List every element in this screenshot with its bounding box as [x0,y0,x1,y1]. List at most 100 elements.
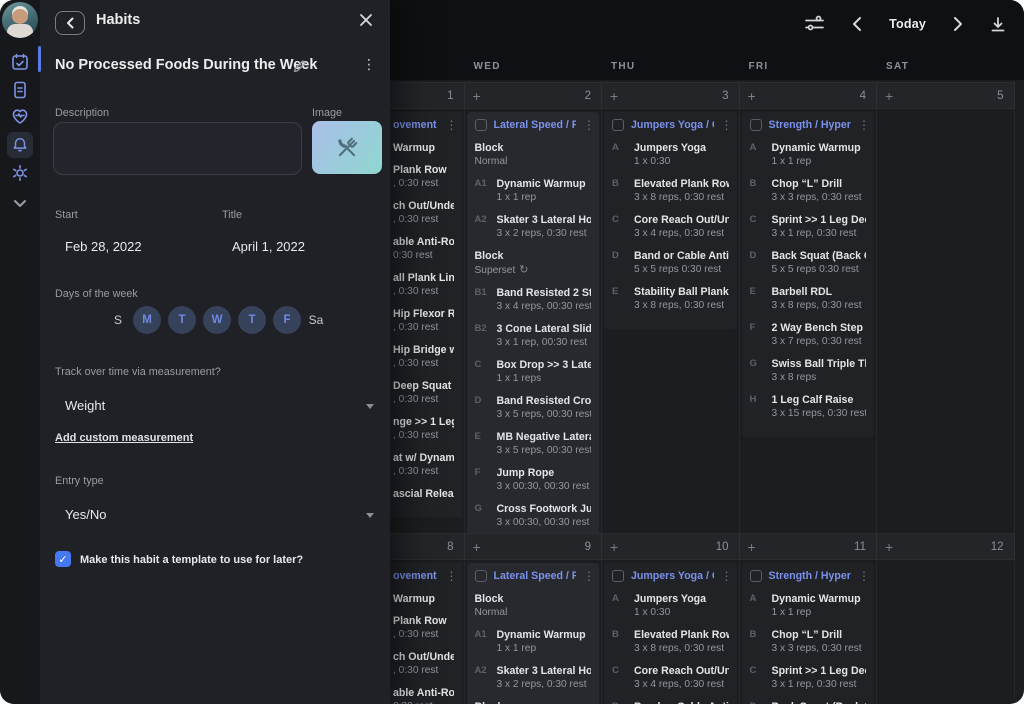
workout-title[interactable]: Strength / Hypertro... [769,119,852,131]
bell-icon[interactable] [7,132,33,158]
exercise-name[interactable]: Skater 3 Lateral Hops >> ... [497,664,592,678]
workout-kebab-icon[interactable]: ⋮ [583,570,591,582]
add-workout-plus-icon[interactable]: + [473,539,481,555]
add-workout-plus-icon[interactable]: + [748,88,756,104]
exercise-name[interactable]: Chop “L” Drill [772,177,867,191]
workout-kebab-icon[interactable]: ⋮ [721,570,729,582]
habit-menu-kebab-icon[interactable]: ⋮ [362,56,372,73]
edit-pencil-icon[interactable] [293,59,307,73]
exercise-name[interactable]: Plank Row [393,614,454,628]
workout-title[interactable]: Lateral Speed / Plyo [494,119,577,131]
day-chip-Sa[interactable]: Sa [308,313,324,327]
day-chip-W[interactable]: W [203,306,231,334]
sidebar-chevron-down-icon[interactable] [12,196,28,210]
exercise-name[interactable]: Elevated Plank Row [634,177,729,191]
workout-kebab-icon[interactable]: ⋮ [446,570,454,582]
heart-pulse-icon[interactable] [10,106,30,126]
add-workout-plus-icon[interactable]: + [610,539,618,555]
exercise-name[interactable]: Swiss Ball Triple Threat [772,357,867,371]
workout-checkbox[interactable] [475,570,487,582]
workout-kebab-icon[interactable]: ⋮ [858,570,866,582]
exercise-name[interactable]: Core Reach Out/Under [634,213,729,227]
exercise-name[interactable]: Cross Footwork Jump Rope [497,502,592,516]
exercise-name[interactable]: Jump Rope [497,466,592,480]
end-date-value[interactable]: April 1, 2022 [232,239,305,254]
workout-kebab-icon[interactable]: ⋮ [583,119,591,131]
exercise-name[interactable]: Hip Flexor Rais... [393,307,454,321]
exercise-name[interactable]: MB Negative Lateral Hop... [497,430,592,444]
exercise-name[interactable]: Dynamic Warmup [497,177,592,191]
exercise-name[interactable]: Hip Bridge w/ ... [393,343,454,357]
workout-checkbox[interactable] [612,570,624,582]
exercise-name[interactable]: Stability Ball Plank Linear ... [634,285,729,299]
close-icon[interactable] [359,11,377,29]
exercise-name[interactable]: Barbell RDL [772,285,867,299]
gear-icon[interactable] [10,163,30,183]
exercise-name[interactable]: nge >> 1 Leg St... [393,415,454,429]
workout-title[interactable]: Jumpers Yoga / Core [631,119,714,131]
exercise-name[interactable]: 3 Cone Lateral Slide [497,322,592,336]
measurement-caret-icon[interactable] [366,404,374,409]
exercise-name[interactable]: Sprint >> 1 Leg Declarations [772,664,867,678]
day-chip-S[interactable]: S [110,313,126,327]
exercise-name[interactable]: Back Squat (Back Off Set) [772,249,867,263]
add-workout-plus-icon[interactable]: + [885,88,893,104]
workout-checkbox[interactable] [475,119,487,131]
exercise-name[interactable]: 2 Way Bench Step Up [772,321,867,335]
exercise-name[interactable]: Box Drop >> 3 Lateral H... [497,358,592,372]
day-chip-T[interactable]: T [238,306,266,334]
template-checkbox[interactable]: ✓ [55,551,71,567]
workout-kebab-icon[interactable]: ⋮ [446,119,454,131]
entry-type-select[interactable]: Yes/No [65,507,106,522]
workout-kebab-icon[interactable]: ⋮ [858,119,866,131]
back-button[interactable] [55,11,85,35]
calendar-icon[interactable] [10,52,30,72]
exercise-name[interactable]: Chop “L” Drill [772,628,867,642]
workout-title[interactable]: ovement Q... [393,119,439,131]
exercise-name[interactable]: Core Reach Out/Under [634,664,729,678]
exercise-name[interactable]: Back Squat (Back Off Set) [772,700,867,704]
workout-title[interactable]: ovement Q... [393,570,439,582]
user-avatar[interactable] [2,2,38,38]
add-workout-plus-icon[interactable]: + [610,88,618,104]
description-input[interactable] [53,122,302,175]
exercise-name[interactable]: ch Out/Under [393,650,454,664]
exercise-name[interactable]: Band Resisted Crossover... [497,394,592,408]
exercise-name[interactable]: able Anti-Rotati... [393,235,454,249]
exercise-name[interactable]: at w/ Dynamic P... [393,451,454,465]
add-workout-plus-icon[interactable]: + [473,88,481,104]
exercise-name[interactable]: Band or Cable Anti Rotati... [634,700,729,704]
exercise-name[interactable]: Warmup [393,141,454,155]
exercise-name[interactable]: Elevated Plank Row [634,628,729,642]
exercise-name[interactable]: ascial Release C... [393,487,454,501]
exercise-name[interactable]: able Anti-Rotati... [393,686,454,700]
workout-checkbox[interactable] [750,570,762,582]
day-chip-T[interactable]: T [168,306,196,334]
workout-title[interactable]: Jumpers Yoga / Core [631,570,714,582]
workout-title[interactable]: Strength / Hypertro... [769,570,852,582]
start-date-value[interactable]: Feb 28, 2022 [65,239,142,254]
exercise-name[interactable]: Jumpers Yoga [634,592,729,606]
entry-type-caret-icon[interactable] [366,513,374,518]
exercise-name[interactable]: Dynamic Warmup [772,592,867,606]
exercise-name[interactable]: ch Out/Under [393,199,454,213]
exercise-name[interactable]: Plank Row [393,163,454,177]
exercise-name[interactable]: Dynamic Warmup [497,628,592,642]
exercise-name[interactable]: Band or Cable Anti Rotati... [634,249,729,263]
measurement-select[interactable]: Weight [65,398,105,413]
add-custom-measurement-link[interactable]: Add custom measurement [55,432,193,444]
exercise-name[interactable]: Deep Squat Mo... [393,379,454,393]
workout-checkbox[interactable] [612,119,624,131]
exercise-name[interactable]: Skater 3 Lateral Hops >> ... [497,213,592,227]
exercise-name[interactable]: Dynamic Warmup [772,141,867,155]
exercise-name[interactable]: Band Resisted 2 Step Late... [497,286,592,300]
workout-kebab-icon[interactable]: ⋮ [721,119,729,131]
habit-image-thumbnail[interactable] [312,121,382,174]
day-chip-F[interactable]: F [273,306,301,334]
workout-checkbox[interactable] [750,119,762,131]
day-chip-M[interactable]: M [133,306,161,334]
exercise-name[interactable]: all Plank Linear ... [393,271,454,285]
exercise-name[interactable]: Jumpers Yoga [634,141,729,155]
workout-title[interactable]: Lateral Speed / Plyo [494,570,577,582]
exercise-name[interactable]: 1 Leg Calf Raise [772,393,867,407]
